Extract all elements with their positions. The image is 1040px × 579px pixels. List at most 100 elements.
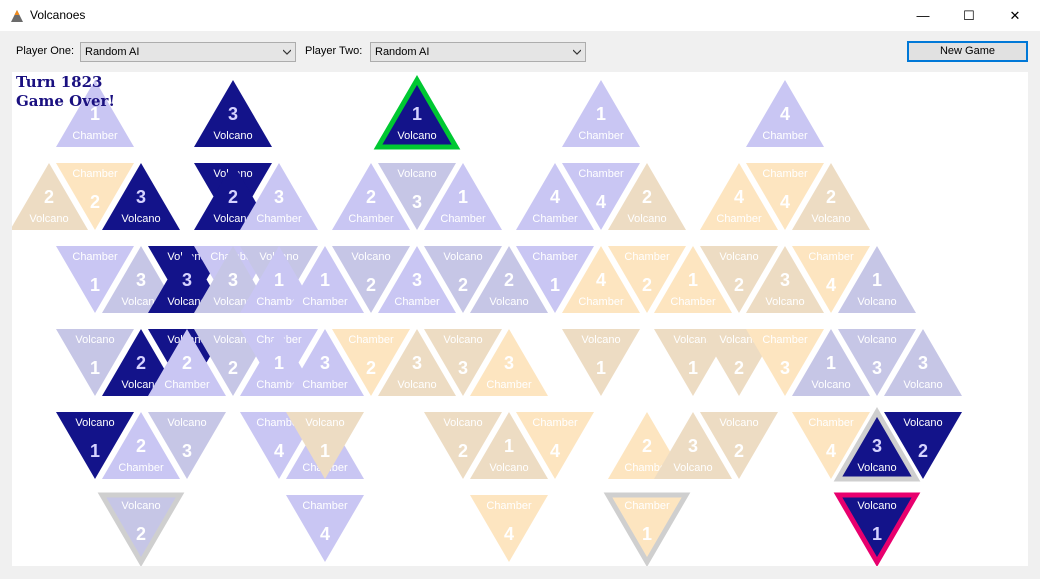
tile-label: Chamber [302, 379, 348, 391]
tile-value: 2 [918, 441, 928, 461]
tile-label: Volcano [581, 334, 620, 346]
tile-label: Chamber [808, 417, 854, 429]
tile-label: Volcano [857, 500, 896, 512]
tile-label: Volcano [397, 130, 436, 142]
tile-value: 1 [550, 275, 560, 295]
board-tile-46[interactable]: 4 Chamber [470, 495, 548, 562]
tile-label: Volcano [857, 462, 896, 474]
maximize-button[interactable]: ☐ [946, 0, 992, 31]
tile-label: Chamber [486, 379, 532, 391]
tile-label: Volcano [121, 213, 160, 225]
tile-value: 2 [136, 524, 146, 544]
tile-value: 4 [320, 524, 330, 544]
tile-label: Volcano [489, 296, 528, 308]
board-tile-54[interactable]: 1 Volcano [562, 329, 640, 396]
tile-value: 1 [90, 441, 100, 461]
tile-label: Volcano [443, 251, 482, 263]
tile-label: Volcano [719, 251, 758, 263]
tile-label: Chamber [716, 213, 762, 225]
tile-value: 1 [274, 270, 284, 290]
tile-value: 3 [228, 104, 238, 124]
game-board: 1 Chamber 2 Chamber 1 Chamber 1 Volcano 1 Volcano… [12, 72, 1028, 566]
tile-value: 2 [136, 436, 146, 456]
tile-label: Volcano [489, 462, 528, 474]
tile-label: Chamber [762, 168, 808, 180]
tile-label: Chamber [578, 296, 624, 308]
tile-value: 3 [780, 358, 790, 378]
tile-value: 4 [550, 441, 560, 461]
tile-value: 2 [504, 270, 514, 290]
player-two-select[interactable]: Random AI [370, 42, 586, 62]
tile-value: 2 [228, 187, 238, 207]
tile-value: 3 [136, 270, 146, 290]
tile-label: Volcano [167, 417, 206, 429]
tile-label: Volcano [857, 296, 896, 308]
tile-value: 2 [44, 187, 54, 207]
tile-value: 2 [458, 275, 468, 295]
board-tile-51[interactable]: 1 Chamber [562, 80, 640, 147]
new-game-button[interactable]: New Game [907, 41, 1028, 62]
tile-value: 3 [688, 436, 698, 456]
tile-value: 2 [366, 187, 376, 207]
tile-label: Chamber [624, 251, 670, 263]
tile-label: Volcano [857, 334, 896, 346]
tile-value: 4 [826, 441, 836, 461]
tile-label: Chamber [348, 334, 394, 346]
tile-label: Volcano [627, 213, 666, 225]
tile-value: 4 [596, 192, 606, 212]
tile-value: 1 [320, 441, 330, 461]
tile-label: Chamber [808, 251, 854, 263]
tile-value: 3 [918, 353, 928, 373]
close-button[interactable]: ✕ [992, 0, 1038, 31]
board-tile-58[interactable]: 1 Chamber [603, 492, 691, 566]
tile-label: Volcano [75, 417, 114, 429]
tile-value: 1 [688, 358, 698, 378]
tile-label: Volcano [443, 417, 482, 429]
tile-label: Chamber [670, 296, 716, 308]
minimize-button[interactable]: — [900, 0, 946, 31]
tile-value: 4 [596, 270, 606, 290]
window-title: Volcanoes [30, 8, 86, 22]
tile-label: Chamber [532, 213, 578, 225]
tile-value: 3 [872, 358, 882, 378]
board-tile-10[interactable]: 2 Volcano [97, 492, 185, 566]
tile-value: 4 [826, 275, 836, 295]
tile-label: Chamber [578, 168, 624, 180]
tile-label: Chamber [532, 251, 578, 263]
tile-value: 2 [734, 441, 744, 461]
tile-value: 4 [734, 187, 744, 207]
tile-label: Chamber [72, 130, 118, 142]
board-tile-31[interactable]: 4 Chamber [286, 495, 364, 562]
tile-label: Chamber [624, 500, 670, 512]
board-tile-66[interactable]: 4 Chamber [746, 80, 824, 147]
tile-label: Volcano [213, 130, 252, 142]
tile-label: Chamber [440, 213, 486, 225]
tile-label: Volcano [397, 168, 436, 180]
tile-value: 2 [228, 358, 238, 378]
tile-value: 2 [366, 275, 376, 295]
player-one-select[interactable]: Random AI [80, 42, 296, 62]
tile-value: 3 [412, 353, 422, 373]
tile-label: Volcano [121, 500, 160, 512]
board-tile-36[interactable]: 1 Volcano [373, 75, 461, 150]
tile-value: 3 [274, 187, 284, 207]
tile-value: 3 [412, 270, 422, 290]
tile-value: 3 [228, 270, 238, 290]
tile-value: 2 [366, 358, 376, 378]
tile-value: 1 [504, 436, 514, 456]
tile-label: Volcano [75, 334, 114, 346]
chevron-down-icon [283, 49, 291, 55]
tile-label: Volcano [443, 334, 482, 346]
board-tile-16[interactable]: 3 Volcano [194, 80, 272, 147]
tile-value: 1 [596, 104, 606, 124]
board-tile-77[interactable]: 1 Volcano [833, 492, 921, 566]
tile-value: 1 [826, 353, 836, 373]
turn-counter: Turn 1823 [16, 73, 103, 91]
tile-value: 2 [642, 436, 652, 456]
tile-value: 1 [412, 104, 422, 124]
tile-value: 1 [320, 270, 330, 290]
tile-value: 4 [780, 104, 790, 124]
tile-label: Volcano [397, 379, 436, 391]
tile-value: 3 [780, 270, 790, 290]
tile-label: Volcano [811, 379, 850, 391]
